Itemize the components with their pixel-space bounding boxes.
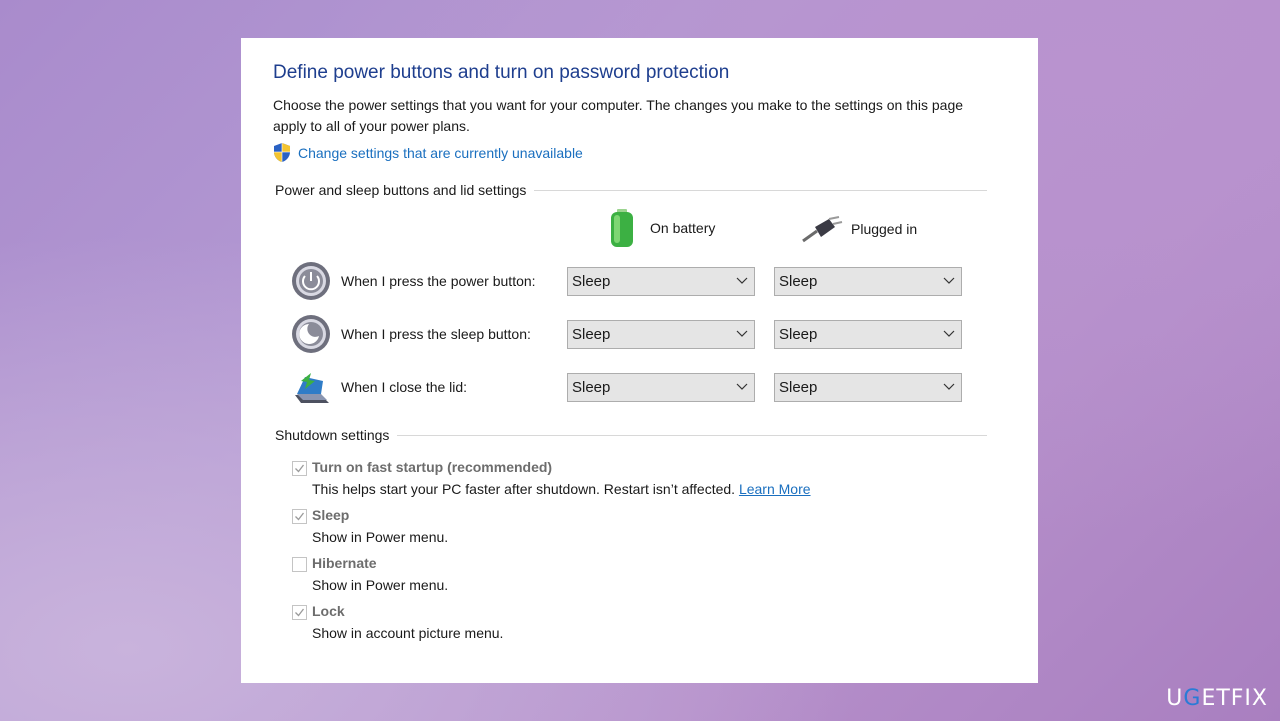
divider (397, 434, 987, 436)
chevron-down-icon (943, 383, 955, 390)
chevron-down-icon (736, 277, 748, 284)
select-value: Sleep (779, 273, 818, 290)
select-value: Sleep (572, 326, 611, 343)
plugged-column-label: Plugged in (851, 221, 918, 237)
uac-shield-icon (274, 143, 290, 162)
laptop-lid-icon (295, 373, 329, 403)
lid-label: When I close the lid: (341, 379, 468, 395)
divider (534, 189, 987, 191)
power-group-title: Power and sleep buttons and lid settings (275, 182, 527, 198)
battery-icon (611, 209, 633, 247)
select-value: Sleep (572, 379, 611, 396)
hibernate-option-label: Hibernate (312, 555, 377, 571)
power-button-plugged-select[interactable]: Sleep (774, 267, 962, 296)
power-group-header: Power and sleep buttons and lid settings (275, 182, 987, 198)
select-value: Sleep (779, 379, 818, 396)
page-description: Choose the power settings that you want … (273, 97, 964, 134)
power-button-label: When I press the power button: (341, 273, 536, 289)
sleep-button-icon (292, 315, 330, 353)
power-button-row: When I press the power button: (291, 261, 536, 301)
lid-plugged-select[interactable]: Sleep (774, 373, 962, 402)
fast-startup-description: This helps start your PC faster after sh… (312, 481, 811, 497)
chevron-down-icon (736, 383, 748, 390)
change-settings-label[interactable]: Change settings that are currently unava… (298, 145, 583, 161)
lock-option-description: Show in account picture menu. (312, 625, 504, 641)
select-value: Sleep (572, 273, 611, 290)
sleep-button-plugged-select[interactable]: Sleep (774, 320, 962, 349)
chevron-down-icon (736, 330, 748, 337)
lid-battery-select[interactable]: Sleep (567, 373, 755, 402)
shutdown-group-title: Shutdown settings (275, 427, 390, 443)
sleep-button-row: When I press the sleep button: (291, 314, 531, 354)
fast-startup-label: Turn on fast startup (recommended) (312, 459, 553, 475)
lock-checkbox[interactable] (292, 605, 307, 620)
chevron-down-icon (943, 330, 955, 337)
lock-option-label: Lock (312, 603, 345, 619)
select-value: Sleep (779, 326, 818, 343)
sleep-checkbox[interactable] (292, 509, 307, 524)
battery-column-label: On battery (650, 220, 716, 236)
fast-startup-checkbox[interactable] (292, 461, 307, 476)
hibernate-checkbox[interactable] (292, 557, 307, 572)
power-settings-panel: Define power buttons and turn on passwor… (241, 38, 1038, 683)
power-plug-icon (802, 216, 843, 243)
power-button-battery-select[interactable]: Sleep (567, 267, 755, 296)
sleep-option-description: Show in Power menu. (312, 529, 449, 545)
hibernate-option-description: Show in Power menu. (312, 577, 449, 593)
watermark-logo: UGETFIX (1166, 686, 1268, 711)
learn-more-link[interactable]: Learn More (739, 481, 811, 497)
page-title: Define power buttons and turn on passwor… (273, 62, 730, 83)
shutdown-group-header: Shutdown settings (275, 427, 987, 443)
sleep-option-label: Sleep (312, 507, 350, 523)
lid-row: When I close the lid: (291, 367, 467, 407)
plugged-column-header: Plugged in (801, 213, 917, 245)
sleep-button-battery-select[interactable]: Sleep (567, 320, 755, 349)
sleep-button-label: When I press the sleep button: (341, 326, 531, 342)
power-button-icon (292, 262, 330, 300)
chevron-down-icon (943, 277, 955, 284)
battery-column-header: On battery (608, 208, 715, 248)
change-settings-link[interactable]: Change settings that are currently unava… (273, 142, 583, 163)
